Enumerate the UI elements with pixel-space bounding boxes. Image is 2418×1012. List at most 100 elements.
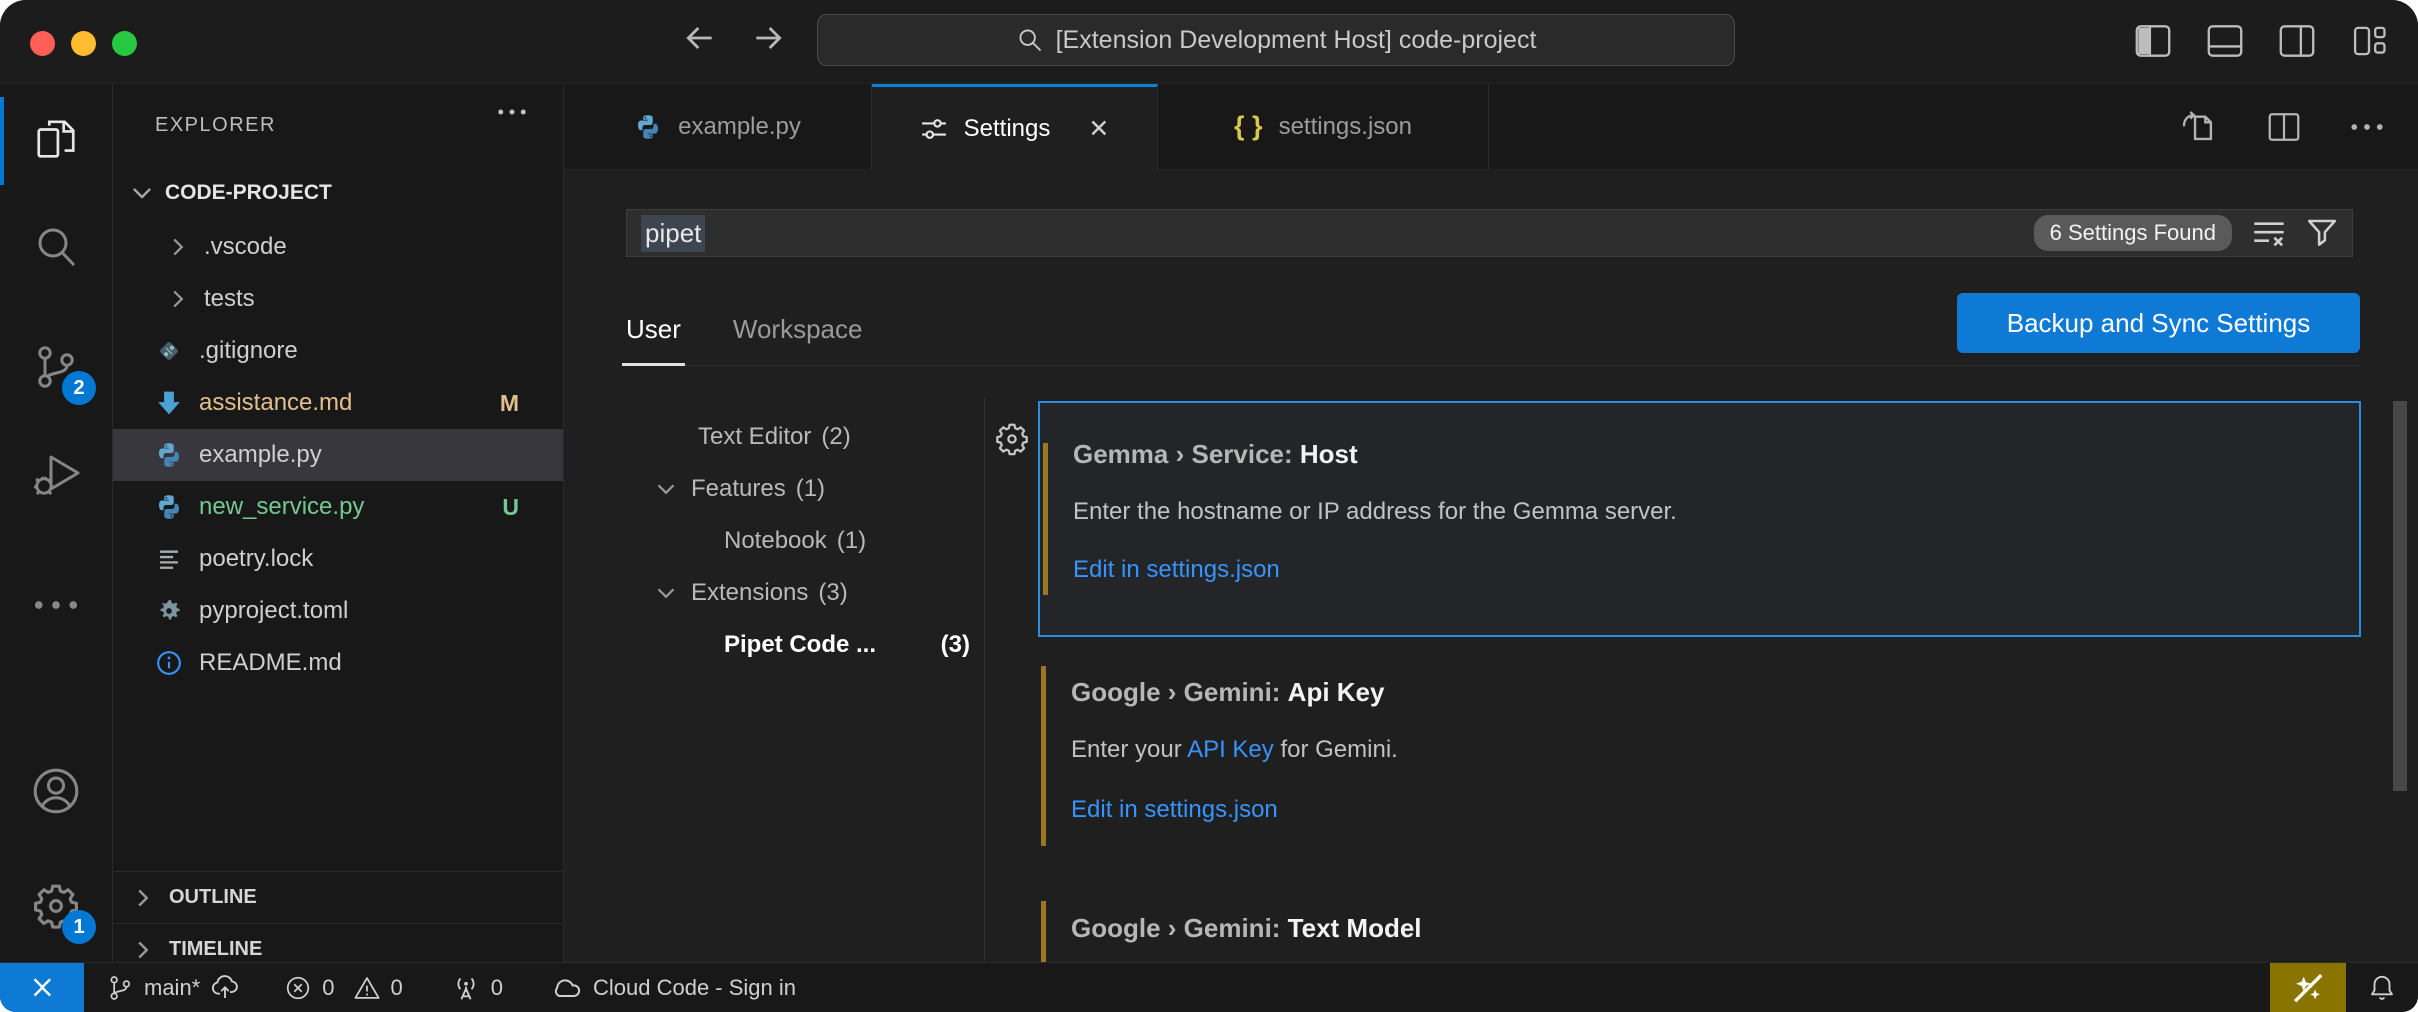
modified-indicator bbox=[1041, 901, 1046, 963]
settings-search-value: pipet bbox=[641, 215, 705, 252]
chevron-down-icon bbox=[564, 477, 691, 501]
copilot-disabled-item[interactable] bbox=[2270, 963, 2346, 1012]
python-icon bbox=[153, 493, 185, 521]
source-control-view-icon[interactable]: 2 bbox=[0, 317, 112, 417]
source-control-badge: 2 bbox=[62, 371, 96, 405]
settings-search-input[interactable]: pipet 6 Settings Found bbox=[626, 209, 2353, 257]
window-search-box[interactable]: [Extension Development Host] code-projec… bbox=[817, 14, 1735, 66]
search-view-icon[interactable] bbox=[0, 197, 112, 297]
ports-item[interactable]: 0 bbox=[451, 973, 503, 1003]
setting-row-gemma-service-host[interactable]: Gemma › Service: Host Enter the hostname… bbox=[1038, 401, 2361, 637]
toc-extensions[interactable]: Extensions(3) bbox=[564, 567, 984, 619]
customize-layout-icon[interactable] bbox=[2350, 24, 2388, 58]
account-icon[interactable] bbox=[0, 741, 112, 841]
python-icon bbox=[634, 113, 662, 141]
tree-item-tests[interactable]: tests bbox=[113, 273, 563, 325]
tree-item-gitignore[interactable]: .gitignore bbox=[113, 325, 563, 377]
settings-gear-icon[interactable]: 1 bbox=[0, 856, 112, 956]
forward-icon[interactable] bbox=[748, 18, 788, 58]
python-icon bbox=[153, 441, 185, 469]
maximize-window-button[interactable] bbox=[112, 31, 137, 56]
explorer-view-icon[interactable] bbox=[0, 91, 112, 191]
tree-item-new-service-py[interactable]: new_service.py U bbox=[113, 481, 563, 533]
section-label: OUTLINE bbox=[169, 886, 257, 909]
toggle-primary-sidebar-icon[interactable] bbox=[2134, 24, 2172, 58]
setting-row-google-gemini-text-model[interactable]: Google › Gemini: Text Model bbox=[1038, 899, 2361, 963]
settings-badge: 1 bbox=[62, 910, 96, 944]
git-icon bbox=[153, 337, 185, 365]
split-editor-icon[interactable] bbox=[2266, 109, 2302, 145]
lock-file-icon bbox=[153, 546, 185, 572]
ports-count: 0 bbox=[491, 975, 503, 1001]
explorer-header: EXPLORER bbox=[155, 114, 276, 137]
folder-name: tests bbox=[204, 285, 255, 313]
toc-features[interactable]: Features(1) bbox=[564, 463, 984, 515]
setting-row-google-gemini-api-key[interactable]: Google › Gemini: Api Key Enter your API … bbox=[1038, 661, 2361, 851]
file-name: .gitignore bbox=[199, 337, 298, 365]
active-view-indicator bbox=[0, 97, 4, 185]
cloud-code-item[interactable]: Cloud Code - Sign in bbox=[551, 973, 796, 1003]
tree-item-vscode[interactable]: .vscode bbox=[113, 221, 563, 273]
close-tab-icon[interactable]: ✕ bbox=[1088, 114, 1109, 144]
setting-actions-gear-icon[interactable] bbox=[994, 421, 1030, 457]
gear-icon bbox=[153, 598, 185, 624]
git-status-badge: M bbox=[500, 390, 519, 417]
api-key-link[interactable]: API Key bbox=[1187, 736, 1274, 763]
outline-section-header[interactable]: OUTLINE bbox=[113, 871, 563, 923]
toc-notebook[interactable]: Notebook(1) bbox=[564, 515, 984, 567]
toggle-secondary-sidebar-icon[interactable] bbox=[2278, 24, 2316, 58]
traffic-lights bbox=[30, 31, 137, 56]
tab-settings[interactable]: Settings ✕ bbox=[872, 84, 1158, 170]
file-tree: .vscode tests .gitignore assistance.md M… bbox=[113, 221, 563, 689]
chevron-right-icon bbox=[131, 886, 155, 910]
run-debug-view-icon[interactable] bbox=[0, 424, 112, 524]
project-root-label: CODE-PROJECT bbox=[165, 181, 332, 205]
toc-text-editor[interactable]: Text Editor(2) bbox=[564, 411, 984, 463]
close-window-button[interactable] bbox=[30, 31, 55, 56]
toggle-panel-icon[interactable] bbox=[2206, 24, 2244, 58]
settings-scrollbar[interactable] bbox=[2393, 401, 2407, 791]
notifications-bell-icon[interactable] bbox=[2346, 963, 2418, 1012]
vscode-window: [Extension Development Host] code-projec… bbox=[0, 0, 2418, 1012]
backup-sync-settings-button[interactable]: Backup and Sync Settings bbox=[1957, 293, 2360, 353]
tree-item-example-py[interactable]: example.py bbox=[113, 429, 563, 481]
tree-item-readme-md[interactable]: README.md bbox=[113, 637, 563, 689]
chevron-down-icon bbox=[564, 581, 691, 605]
explorer-more-actions-icon[interactable] bbox=[497, 106, 527, 118]
tab-settings-json[interactable]: { } settings.json bbox=[1158, 84, 1489, 169]
chevron-right-icon bbox=[131, 938, 155, 962]
git-branch-item[interactable]: main* bbox=[106, 973, 240, 1003]
toc-pipet-code[interactable]: Pipet Code ...(3) bbox=[564, 619, 984, 671]
publish-changes-icon bbox=[210, 973, 240, 1003]
settings-body: Text Editor(2) Features(1) Notebook(1) E… bbox=[564, 367, 2418, 963]
tree-item-poetry-lock[interactable]: poetry.lock bbox=[113, 533, 563, 585]
more-actions-icon[interactable] bbox=[2350, 121, 2384, 133]
toc-label: Pipet Code ... bbox=[724, 631, 876, 659]
clear-search-results-icon[interactable] bbox=[2252, 218, 2286, 248]
tree-item-assistance-md[interactable]: assistance.md M bbox=[113, 377, 563, 429]
more-views-icon[interactable] bbox=[0, 555, 112, 655]
back-icon[interactable] bbox=[680, 18, 720, 58]
open-settings-json-icon[interactable] bbox=[2180, 108, 2218, 146]
problems-item[interactable]: 0 0 bbox=[284, 974, 403, 1002]
scope-tab-workspace[interactable]: Workspace bbox=[733, 314, 863, 365]
toc-label: Text Editor bbox=[698, 423, 811, 451]
setting-title: Gemma › Service: Host bbox=[1073, 439, 2359, 470]
tree-item-pyproject-toml[interactable]: pyproject.toml bbox=[113, 585, 563, 637]
minimize-window-button[interactable] bbox=[71, 31, 96, 56]
filter-icon[interactable] bbox=[2306, 217, 2338, 249]
json-braces-icon: { } bbox=[1234, 111, 1263, 142]
edit-in-settings-json-link[interactable]: Edit in settings.json bbox=[1073, 556, 2359, 584]
markdown-down-icon bbox=[153, 389, 185, 417]
edit-in-settings-json-link[interactable]: Edit in settings.json bbox=[1071, 796, 2361, 824]
tab-example-py[interactable]: example.py bbox=[564, 84, 872, 169]
scope-tab-user[interactable]: User bbox=[626, 314, 681, 365]
activity-bar: 2 1 bbox=[0, 84, 113, 963]
remote-indicator[interactable] bbox=[0, 963, 84, 1012]
project-root-row[interactable]: CODE-PROJECT bbox=[113, 170, 563, 216]
timeline-section-header[interactable]: TIMELINE bbox=[113, 923, 563, 963]
toc-label: Extensions bbox=[691, 579, 808, 607]
toc-divider bbox=[984, 397, 985, 963]
cloud-code-label: Cloud Code - Sign in bbox=[593, 975, 796, 1001]
chevron-down-icon bbox=[129, 180, 155, 206]
